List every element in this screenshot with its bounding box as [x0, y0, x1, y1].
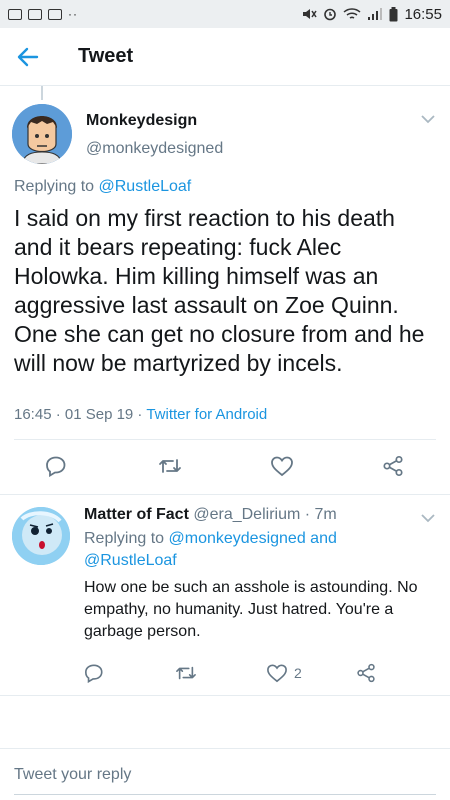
tweet-meta: 16:45 · 01 Sep 19 · Twitter for Android: [14, 406, 267, 423]
display-name[interactable]: Monkeydesign: [86, 112, 197, 130]
divider: [14, 439, 436, 440]
share-icon: [383, 455, 403, 477]
comment-icon: [84, 664, 103, 683]
reply-button[interactable]: [84, 663, 104, 683]
retweet-icon: [176, 666, 196, 680]
wifi-icon: [343, 8, 361, 19]
like-count: 2: [294, 665, 302, 681]
mention-link[interactable]: @monkeydesigned: [169, 530, 306, 547]
thread-connector: [41, 86, 43, 100]
retweet-button[interactable]: [175, 663, 197, 683]
gallery-notification-icon: [8, 8, 22, 20]
arrow-left-icon: [17, 47, 39, 66]
reply-button[interactable]: [45, 455, 67, 477]
status-bar: ·· 16:55: [0, 0, 450, 28]
user-handle[interactable]: @era_Delirium: [193, 506, 300, 523]
retweet-icon: [159, 459, 181, 473]
signal-icon: [368, 8, 383, 20]
reply-header: Matter of Fact @era_Delirium · 7m: [84, 506, 337, 524]
back-button[interactable]: [0, 47, 56, 67]
alarm-icon: [324, 8, 337, 21]
share-button[interactable]: [382, 455, 404, 477]
avatar[interactable]: [12, 104, 72, 164]
compose-divider: [0, 748, 450, 749]
divider: [0, 695, 450, 696]
avatar[interactable]: [12, 507, 70, 565]
heart-icon: [271, 456, 293, 477]
facebook-notification-icon: [48, 8, 62, 20]
share-button[interactable]: [356, 663, 376, 683]
chevron-down-icon[interactable]: [420, 513, 436, 523]
battery-icon: [389, 6, 398, 21]
user-handle[interactable]: @monkeydesigned: [86, 140, 223, 158]
timestamp: 16:45 · 01 Sep 19 ·: [14, 406, 147, 423]
client-link[interactable]: Twitter for Android: [146, 406, 267, 423]
tweet-text: I said on my first reaction to his death…: [14, 205, 425, 376]
mute-icon: [303, 9, 318, 19]
divider: [0, 494, 450, 495]
ebay-notification-icon: [28, 8, 42, 20]
like-button[interactable]: [270, 455, 294, 477]
mention-link[interactable]: @RustleLoaf: [99, 178, 192, 195]
like-button[interactable]: 2: [266, 663, 302, 683]
cartoon-face-avatar-image: [12, 104, 72, 164]
heart-icon: [267, 664, 287, 683]
compose-underline: [14, 794, 436, 795]
replying-to: Replying to @RustleLoaf: [14, 178, 192, 195]
tweet-text: How one be such an asshole is astounding…: [84, 579, 418, 640]
reply-compose-input[interactable]: Tweet your reply: [14, 766, 131, 784]
clock: 16:55: [404, 5, 442, 23]
replying-to: Replying to @monkeydesigned and @RustleL…: [84, 530, 337, 569]
retweet-button[interactable]: [158, 455, 182, 477]
tweet-age: · 7m: [304, 506, 337, 523]
comment-icon: [46, 456, 66, 477]
share-icon: [357, 663, 375, 683]
mention-link[interactable]: @RustleLoaf: [84, 552, 177, 569]
page-title: Tweet: [78, 45, 134, 67]
app-bar: Tweet: [0, 28, 450, 86]
more-notifications-icon: ··: [68, 7, 78, 21]
display-name[interactable]: Matter of Fact: [84, 506, 189, 523]
chevron-down-icon[interactable]: [420, 114, 436, 124]
blue-face-avatar-image: [12, 507, 70, 565]
